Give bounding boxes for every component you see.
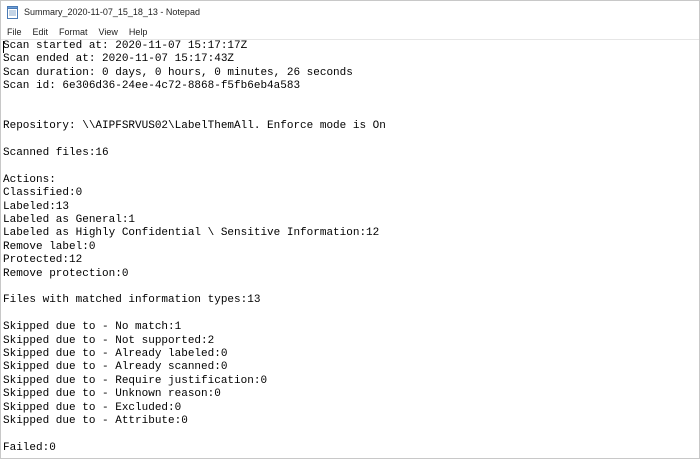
document-line: Scanned files:16 xyxy=(3,147,109,160)
document-line: Scan duration: 0 days, 0 hours, 0 minute… xyxy=(3,66,353,79)
document-line: Remove protection:0 xyxy=(3,267,129,280)
document-line: Skipped due to - Already scanned:0 xyxy=(3,361,228,374)
document-line xyxy=(3,428,699,441)
document-line: Failed:0 xyxy=(3,441,56,454)
document-line: Skipped due to - Attribute:0 xyxy=(3,414,188,427)
document-line: Skipped due to - No match:1 xyxy=(3,321,182,334)
document-line: Repository: \\AIPFSRVUS02\LabelThemAll. … xyxy=(3,120,386,133)
window-title: Summary_2020-11-07_15_18_13 - Notepad xyxy=(24,7,200,17)
text-editor[interactable]: Scan started at: 2020-11-07 15:17:17Z Sca… xyxy=(1,39,699,458)
document-line xyxy=(3,107,699,120)
document-line: Actions: xyxy=(3,173,56,186)
document-line: Protected:12 xyxy=(3,254,83,267)
menu-file[interactable]: File xyxy=(3,25,26,39)
text-caret xyxy=(3,41,4,53)
document-line: Skipped due to - Already labeled:0 xyxy=(3,347,228,360)
document-line: Skipped due to - Excluded:0 xyxy=(3,401,182,414)
document-line: Scan started at: 2020-11-07 15:17:17Z xyxy=(3,40,248,52)
document-text[interactable]: Scan started at: 2020-11-07 15:17:17Z Sca… xyxy=(1,40,699,455)
menu-format[interactable]: Format xyxy=(55,25,92,39)
title-bar[interactable]: Summary_2020-11-07_15_18_13 - Notepad xyxy=(1,1,699,23)
document-line: Classified:0 xyxy=(3,187,83,200)
document-line xyxy=(3,161,699,174)
document-line: Skipped due to - Require justification:0 xyxy=(3,374,268,387)
document-line: Skipped due to - Not supported:2 xyxy=(3,334,215,347)
notepad-icon xyxy=(7,5,18,19)
notepad-window: Summary_2020-11-07_15_18_13 - Notepad Fi… xyxy=(0,0,700,459)
document-line: Labeled:13 xyxy=(3,200,70,213)
document-line: Skipped due to - Unknown reason:0 xyxy=(3,388,221,401)
document-line xyxy=(3,308,699,321)
menu-edit[interactable]: Edit xyxy=(29,25,53,39)
document-line: Scan ended at: 2020-11-07 15:17:43Z xyxy=(3,53,235,66)
document-line: Remove label:0 xyxy=(3,240,96,253)
document-line: Files with matched information types:13 xyxy=(3,294,261,307)
document-line xyxy=(3,134,699,147)
document-line: Labeled as Highly Confidential \ Sensiti… xyxy=(3,227,380,240)
document-line: Labeled as General:1 xyxy=(3,214,136,227)
document-line: Scan id: 6e306d36-24ee-4c72-8868-f5fb6eb… xyxy=(3,80,301,93)
menu-help[interactable]: Help xyxy=(125,25,152,39)
document-line xyxy=(3,94,699,107)
document-line xyxy=(3,281,699,294)
menu-view[interactable]: View xyxy=(95,25,122,39)
